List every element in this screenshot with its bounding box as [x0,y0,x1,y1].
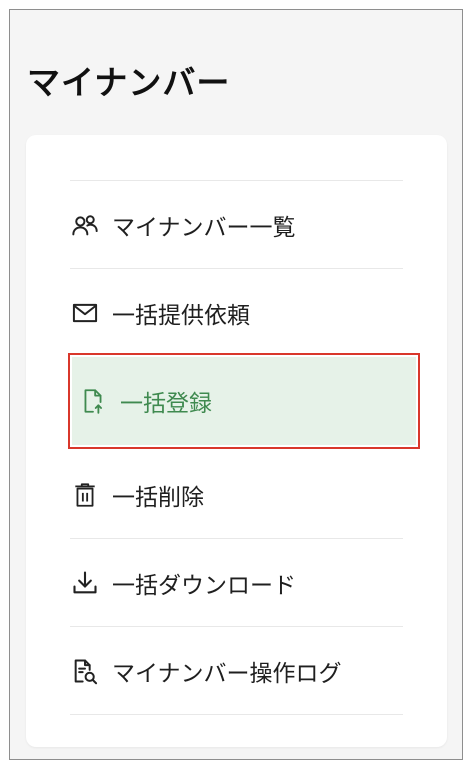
menu-item-label: 一括削除 [112,484,204,511]
panel-frame: マイナンバー マイナンバー一覧 一括提供依頼 一括登録 一括削除 一括ダウンロー… [9,9,463,760]
menu-item-bulk-download[interactable]: 一括ダウンロード [70,539,403,626]
menu-item-bulk-request[interactable]: 一括提供依頼 [70,269,403,356]
menu-item-operation-log[interactable]: マイナンバー操作ログ [70,627,403,714]
menu-item-label: マイナンバー一覧 [112,214,296,241]
menu-item-mynumber-list[interactable]: マイナンバー一覧 [70,181,403,268]
menu-card: マイナンバー一覧 一括提供依頼 一括登録 一括削除 一括ダウンロード マイナンバ… [26,135,447,747]
mail-icon [70,298,100,328]
menu-item-label: 一括登録 [120,391,212,417]
users-icon [70,210,100,240]
menu-item-bulk-register[interactable]: 一括登録 [68,353,420,449]
file-upload-icon [78,386,108,416]
divider [70,714,403,715]
menu-item-bulk-delete[interactable]: 一括削除 [70,451,403,538]
page-title: マイナンバー [27,63,231,102]
trash-icon [70,480,100,510]
menu-item-label: 一括ダウンロード [112,572,296,599]
document-search-icon [70,656,100,686]
menu-item-label: マイナンバー操作ログ [112,660,342,687]
menu-item-label: 一括提供依頼 [112,302,250,329]
download-icon [70,568,100,598]
